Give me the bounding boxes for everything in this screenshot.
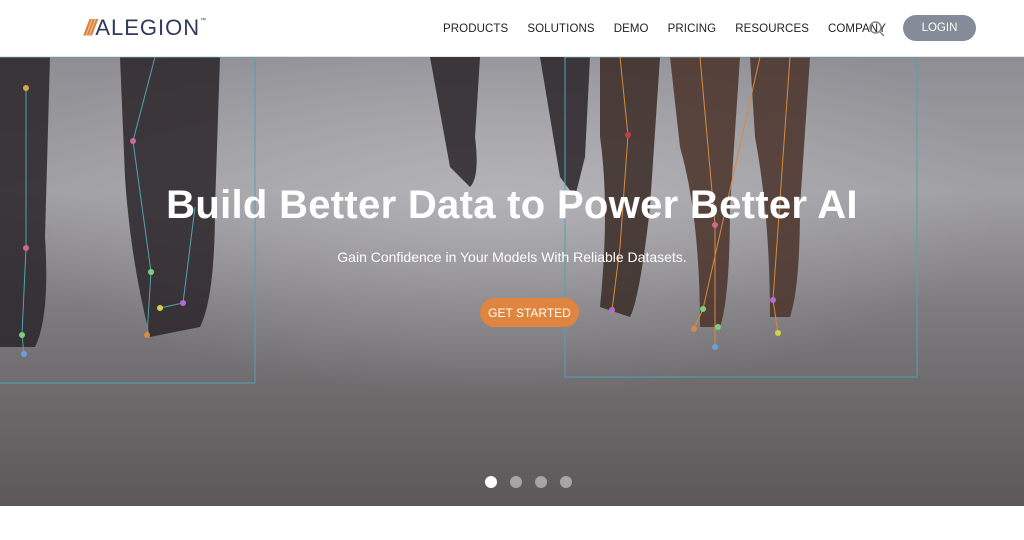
hero-carousel: Build Better Data to Power Better AI Gai…: [0, 57, 1024, 506]
nav-solutions[interactable]: SOLUTIONS: [527, 23, 594, 35]
search-icon[interactable]: [868, 20, 886, 38]
carousel-dot-3[interactable]: [535, 476, 547, 488]
nav-resources[interactable]: RESOURCES: [735, 23, 809, 35]
alegion-logo[interactable]: /// ALEGION ™: [84, 15, 206, 41]
carousel-dot-2[interactable]: [510, 476, 522, 488]
carousel-pagination: [485, 476, 572, 488]
hero-subtitle: Gain Confidence in Your Models With Reli…: [337, 249, 687, 265]
logo-slashes-icon: ///: [84, 15, 96, 40]
carousel-dot-1[interactable]: [485, 476, 497, 488]
hero-background-image: [0, 57, 918, 384]
main-nav: PRODUCTS SOLUTIONS DEMO PRICING RESOURCE…: [443, 0, 905, 57]
nav-demo[interactable]: DEMO: [614, 23, 649, 35]
carousel-dot-4[interactable]: [560, 476, 572, 488]
trademark: ™: [200, 18, 207, 24]
get-started-button[interactable]: GET STARTED: [480, 298, 579, 327]
nav-pricing[interactable]: PRICING: [668, 23, 717, 35]
login-button[interactable]: LOGIN: [903, 15, 976, 41]
logo-text: ALEGION: [95, 15, 201, 40]
site-header: /// ALEGION ™ PRODUCTS SOLUTIONS DEMO PR…: [0, 0, 1024, 57]
nav-products[interactable]: PRODUCTS: [443, 23, 508, 35]
hero-title: Build Better Data to Power Better AI: [166, 183, 858, 227]
